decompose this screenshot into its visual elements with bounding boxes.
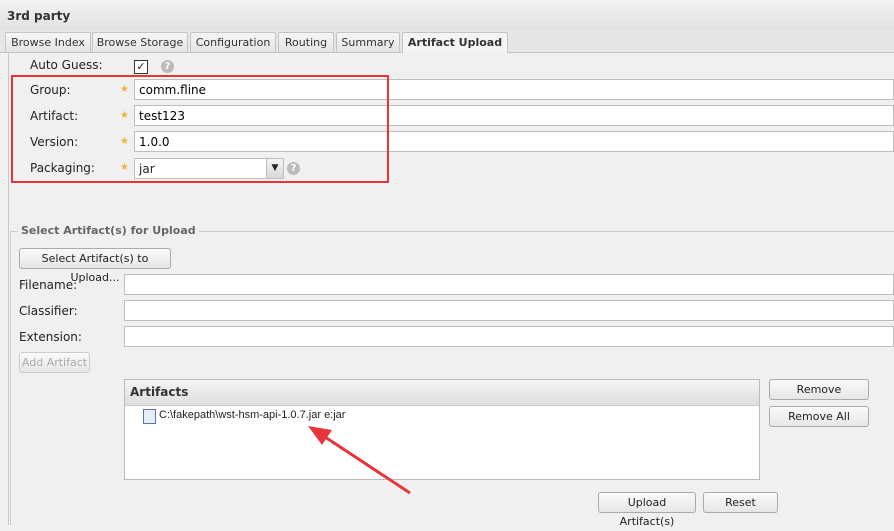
remove-all-button[interactable]: Remove All xyxy=(769,406,869,427)
tab-artifact-upload[interactable]: Artifact Upload xyxy=(402,32,508,53)
help-icon[interactable]: ? xyxy=(161,60,174,73)
classifier-label: Classifier: xyxy=(19,304,78,318)
artifact-item-text: C:\fakepath\wst-hsm-api-1.0.7.jar e:jar xyxy=(159,409,346,421)
classifier-input[interactable] xyxy=(124,300,894,321)
file-icon xyxy=(143,409,156,424)
annotation-highlight-box xyxy=(11,75,389,183)
artifacts-grid: Artifacts C:\fakepath\wst-hsm-api-1.0.7.… xyxy=(124,379,760,480)
tab-routing[interactable]: Routing xyxy=(278,32,334,52)
artifact-list-item[interactable]: C:\fakepath\wst-hsm-api-1.0.7.jar e:jar xyxy=(125,406,759,426)
extension-input[interactable] xyxy=(124,326,894,347)
add-artifact-button[interactable]: Add Artifact xyxy=(19,352,90,373)
artifacts-grid-header: Artifacts xyxy=(125,380,759,406)
upload-artifacts-button[interactable]: Upload Artifact(s) xyxy=(598,492,696,528)
fieldset-left-border xyxy=(10,231,11,525)
remove-button[interactable]: Remove xyxy=(769,379,869,400)
reset-button[interactable]: Reset xyxy=(703,492,778,513)
fieldset-legend: Select Artifact(s) for Upload xyxy=(18,224,199,237)
tab-browse-index[interactable]: Browse Index xyxy=(5,32,91,52)
auto-guess-label: Auto Guess: xyxy=(30,58,103,72)
tab-browse-storage[interactable]: Browse Storage xyxy=(92,32,188,52)
auto-guess-checkbox[interactable]: ✓ xyxy=(134,60,148,74)
tab-configuration[interactable]: Configuration xyxy=(190,32,276,52)
tab-bar: Browse Index Browse Storage Configuratio… xyxy=(0,30,894,53)
filename-input[interactable] xyxy=(124,274,894,295)
select-artifacts-button[interactable]: Select Artifact(s) to Upload... xyxy=(19,248,171,284)
filename-label: Filename: xyxy=(19,278,78,292)
panel-header: 3rd party xyxy=(0,0,894,31)
tab-summary[interactable]: Summary xyxy=(336,32,400,52)
panel-title: 3rd party xyxy=(7,9,71,23)
extension-label: Extension: xyxy=(19,330,82,344)
